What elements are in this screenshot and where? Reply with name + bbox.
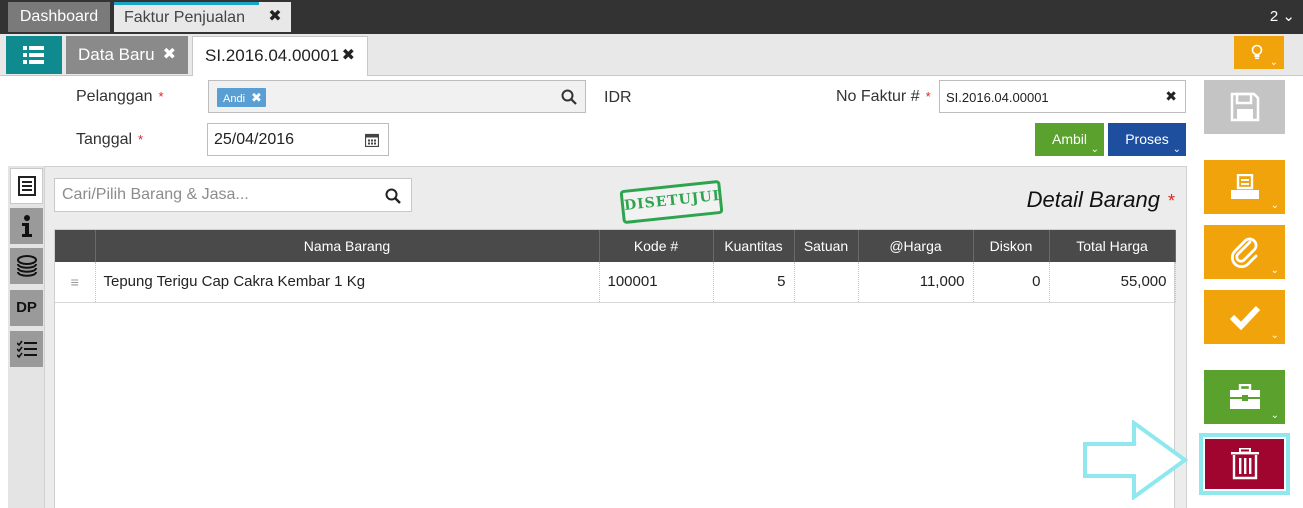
- tab-invoice-label: SI.2016.04.00001: [205, 46, 340, 65]
- close-icon[interactable]: ✖: [163, 36, 176, 74]
- close-icon[interactable]: ✖: [342, 37, 355, 75]
- list-icon: [23, 46, 44, 64]
- chevron-down-icon: ⌄: [1270, 410, 1279, 421]
- chevron-down-icon: ⌄: [1270, 200, 1279, 211]
- side-tab-dp-label: DP: [16, 299, 37, 316]
- no-faktur-label: No Faktur # *: [836, 88, 931, 106]
- briefcase-icon: [1229, 384, 1260, 409]
- side-tab-detail[interactable]: [10, 168, 43, 204]
- calendar-icon[interactable]: [365, 133, 379, 147]
- item-search-field[interactable]: [54, 178, 412, 212]
- tanggal-field[interactable]: 25/04/2016: [207, 123, 389, 156]
- window-tab-faktur-penjualan[interactable]: Faktur Penjualan: [114, 2, 259, 32]
- chevron-down-icon: ⌄: [1269, 57, 1278, 68]
- document-tab-bar: Data Baru ✖ SI.2016.04.00001 ✖: [0, 34, 1303, 76]
- window-tab-close-button[interactable]: ✖: [259, 2, 291, 32]
- document-list-icon: [17, 176, 36, 196]
- currency-label: IDR: [604, 89, 632, 106]
- cell-total-harga[interactable]: 55,000: [1049, 262, 1176, 303]
- side-tab-checklist[interactable]: [10, 331, 43, 367]
- required-mark: *: [925, 89, 931, 104]
- search-icon[interactable]: [561, 89, 577, 105]
- proses-label: Proses: [1125, 131, 1169, 147]
- save-icon: [1230, 92, 1259, 122]
- search-icon[interactable]: [385, 188, 401, 204]
- items-table-grid: Nama Barang Kode # Kuantitas Satuan @Har…: [55, 230, 1176, 303]
- open-window-count[interactable]: 2 ⌄: [1270, 0, 1295, 34]
- tab-invoice[interactable]: SI.2016.04.00001 ✖: [192, 36, 368, 76]
- required-mark: *: [1167, 191, 1175, 211]
- print-icon: [1230, 174, 1259, 199]
- customer-chip-label: Andi: [223, 93, 246, 105]
- window-tab-dashboard[interactable]: Dashboard: [8, 2, 110, 32]
- column-header-kuantitas[interactable]: Kuantitas: [713, 230, 795, 262]
- check-icon: [1229, 305, 1260, 330]
- cell-nama-barang[interactable]: Tepung Terigu Cap Cakra Kembar 1 Kg: [95, 262, 600, 303]
- side-tab-payment[interactable]: [10, 248, 43, 284]
- required-mark: *: [138, 132, 144, 147]
- row-drag-handle[interactable]: ≡: [55, 262, 96, 303]
- checklist-icon: [16, 340, 37, 358]
- print-button[interactable]: ⌄: [1204, 160, 1285, 214]
- column-header-satuan[interactable]: Satuan: [794, 230, 859, 262]
- tab-data-baru[interactable]: Data Baru ✖: [66, 36, 188, 74]
- no-faktur-label-text: No Faktur #: [836, 88, 920, 105]
- column-header-nama-barang[interactable]: Nama Barang: [95, 230, 600, 262]
- tools-button[interactable]: ⌄: [1204, 370, 1285, 424]
- ambil-label: Ambil: [1051, 131, 1087, 147]
- info-icon: [21, 215, 32, 237]
- cell-harga[interactable]: 11,000: [858, 262, 974, 303]
- window-count-value: 2: [1269, 8, 1279, 25]
- cell-kode[interactable]: 100001: [599, 262, 714, 303]
- chevron-down-icon: ⌄: [1172, 144, 1181, 155]
- menu-button[interactable]: [6, 36, 62, 74]
- items-table: Nama Barang Kode # Kuantitas Satuan @Har…: [54, 229, 1176, 508]
- table-row[interactable]: ≡ Tepung Terigu Cap Cakra Kembar 1 Kg 10…: [55, 262, 1176, 303]
- cell-diskon[interactable]: 0: [973, 262, 1050, 303]
- side-tab-info[interactable]: [10, 208, 43, 244]
- chevron-down-icon: ⌄: [1090, 144, 1099, 155]
- pelanggan-label-text: Pelanggan: [76, 88, 153, 105]
- column-header-kode[interactable]: Kode #: [599, 230, 714, 262]
- clear-field-icon[interactable]: ✖: [1165, 88, 1177, 105]
- ambil-button[interactable]: Ambil ⌄: [1035, 123, 1104, 156]
- coins-icon: [16, 255, 37, 277]
- tip-button[interactable]: ⌄: [1234, 36, 1284, 69]
- detail-title-text: Detail Barang: [1026, 187, 1160, 212]
- proses-button[interactable]: Proses ⌄: [1108, 123, 1186, 156]
- tanggal-label: Tanggal *: [76, 131, 143, 149]
- column-header-total-harga[interactable]: Total Harga: [1049, 230, 1176, 262]
- pointer-arrow-icon: [1083, 420, 1189, 500]
- column-header-harga[interactable]: @Harga: [858, 230, 974, 262]
- pelanggan-field[interactable]: Andi ✖: [208, 80, 586, 113]
- lightbulb-icon: [1251, 44, 1263, 59]
- chevron-down-icon: ⌄: [1270, 265, 1279, 276]
- cell-satuan[interactable]: [794, 262, 859, 303]
- paperclip-icon: [1230, 237, 1257, 268]
- tab-data-baru-label: Data Baru: [78, 45, 155, 64]
- tanggal-label-text: Tanggal: [76, 131, 133, 148]
- window-tab-bar: Dashboard Faktur Penjualan ✖ 2 ⌄: [0, 0, 1303, 34]
- attach-button[interactable]: ⌄: [1204, 225, 1285, 279]
- pelanggan-label: Pelanggan *: [76, 88, 164, 106]
- save-button[interactable]: [1204, 80, 1285, 134]
- approve-button[interactable]: ⌄: [1204, 290, 1285, 344]
- trash-icon: [1230, 448, 1259, 480]
- no-faktur-field[interactable]: SI.2016.04.00001 ✖: [939, 80, 1186, 113]
- column-header-diskon[interactable]: Diskon: [973, 230, 1050, 262]
- side-tab-dp[interactable]: DP: [10, 290, 43, 326]
- customer-chip[interactable]: Andi ✖: [217, 88, 266, 107]
- cell-kuantitas[interactable]: 5: [713, 262, 795, 303]
- required-mark: *: [158, 89, 164, 104]
- column-header-handle: [55, 230, 96, 262]
- table-header-row: Nama Barang Kode # Kuantitas Satuan @Har…: [55, 230, 1176, 262]
- item-search-input[interactable]: [62, 186, 372, 204]
- no-faktur-value: SI.2016.04.00001: [946, 90, 1049, 105]
- detail-title: Detail Barang *: [1027, 187, 1175, 213]
- chevron-down-icon: ⌄: [1270, 330, 1279, 341]
- remove-chip-icon[interactable]: ✖: [251, 90, 262, 105]
- tanggal-value: 25/04/2016: [214, 131, 295, 148]
- chevron-down-icon: ⌄: [1282, 8, 1295, 25]
- delete-button[interactable]: [1205, 439, 1284, 489]
